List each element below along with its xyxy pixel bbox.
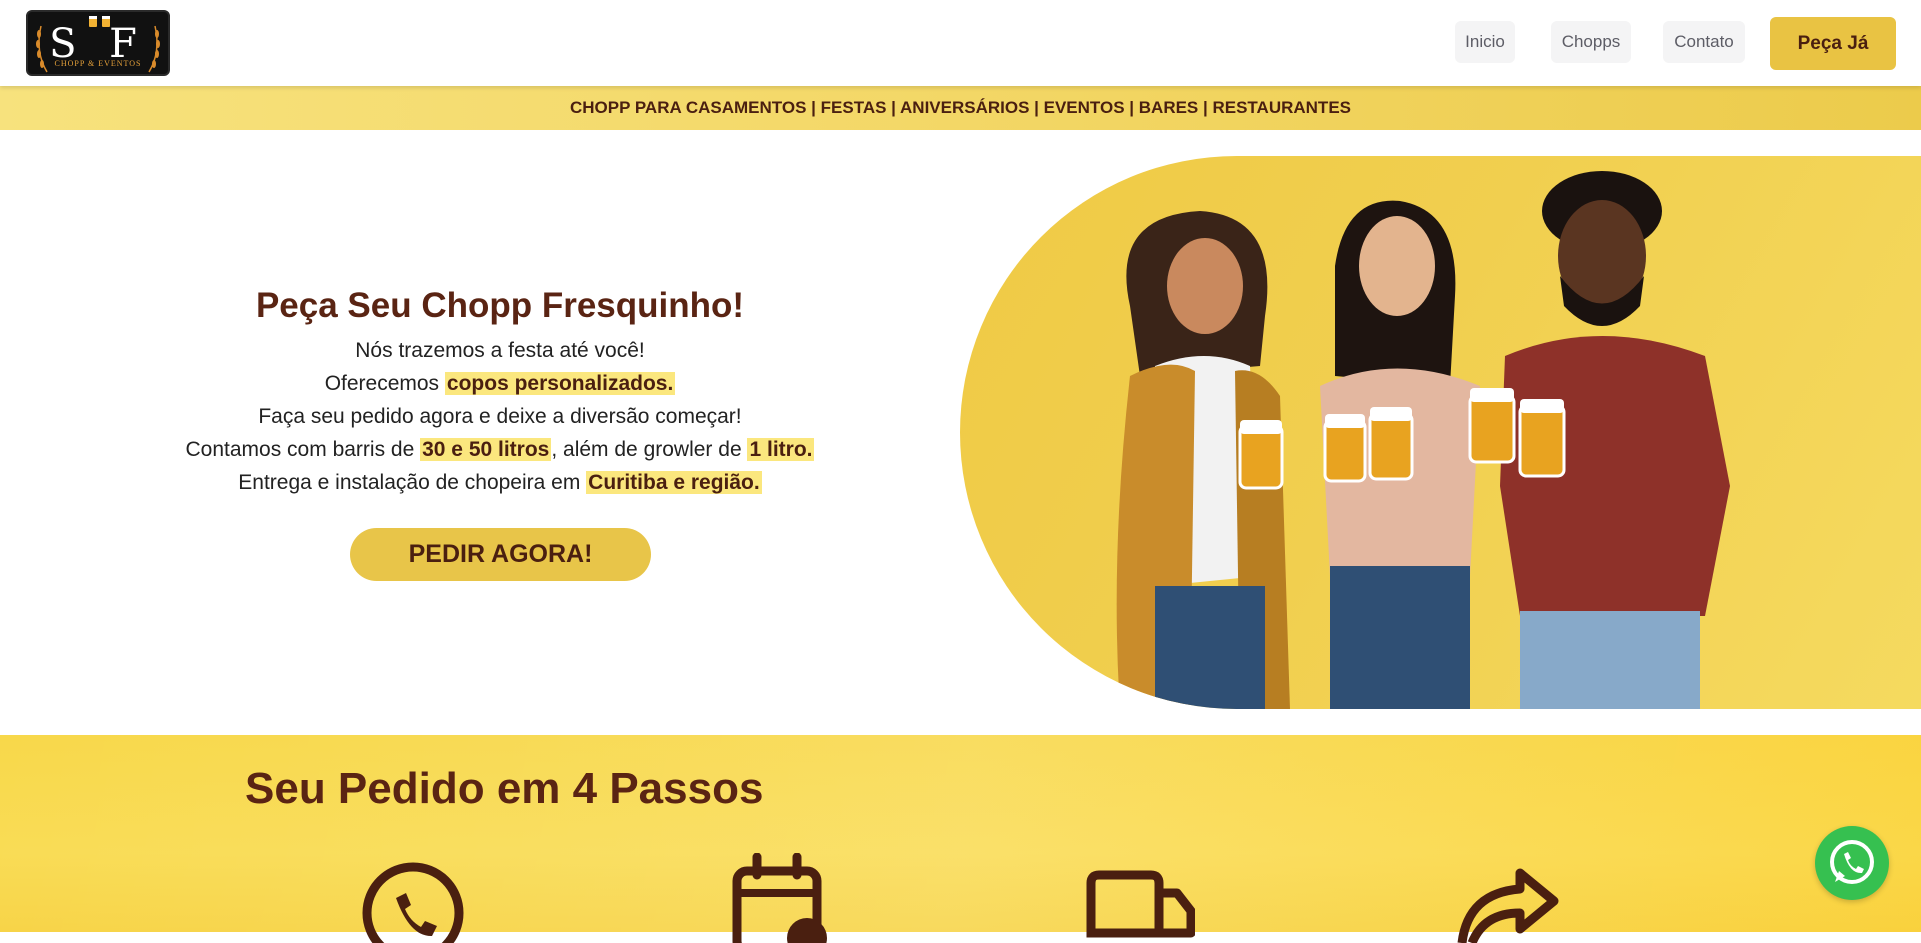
- highlight-barris: 30 e 50 litros: [420, 438, 552, 461]
- pedir-agora-button[interactable]: PEDIR AGORA!: [350, 528, 651, 581]
- logo-tagline: CHOPP & EVENTOS: [54, 59, 142, 68]
- phone-icon: [362, 862, 464, 943]
- hero-image: [960, 156, 1921, 709]
- woman-middle-figure: [1320, 200, 1480, 709]
- share-arrow-icon: [1457, 868, 1559, 943]
- nav-contato[interactable]: Contato: [1663, 21, 1745, 63]
- steps-title: Seu Pedido em 4 Passos: [245, 764, 764, 813]
- hero-line-4: Contamos com barris de 30 e 50 litros, a…: [185, 438, 815, 461]
- nav-chopps[interactable]: Chopps: [1551, 21, 1631, 63]
- whatsapp-icon: [1830, 840, 1874, 884]
- nav-inicio[interactable]: Inicio: [1455, 21, 1515, 63]
- logo-monogram: S F: [49, 21, 147, 67]
- highlight-growler: 1 litro.: [747, 438, 815, 461]
- hero-line-5: Entrega e instalação de chopeira em Curi…: [238, 471, 762, 494]
- peca-ja-button[interactable]: Peça Já: [1770, 17, 1896, 70]
- highlight-regiao: Curitiba e região.: [586, 471, 762, 494]
- hero-text: Peça Seu Chopp Fresquinho! Nós trazemos …: [140, 280, 860, 499]
- hero-line-2: Oferecemos copos personalizados.: [324, 372, 676, 395]
- people-toasting-illustration: [1116, 171, 1730, 709]
- hero-title: Peça Seu Chopp Fresquinho!: [255, 286, 745, 325]
- steps-section: Seu Pedido em 4 Passos: [0, 735, 1921, 943]
- woman-left-figure: [1116, 211, 1290, 709]
- hero-line-1: Nós trazemos a festa até você!: [355, 339, 645, 362]
- event-types-banner: CHOPP PARA CASAMENTOS | FESTAS | ANIVERS…: [0, 86, 1921, 130]
- highlight-copos: copos personalizados.: [444, 372, 676, 395]
- truck-icon: [1086, 870, 1195, 938]
- hero-line-3: Faça seu pedido agora e deixe a diversão…: [258, 405, 742, 428]
- brand-logo[interactable]: S F CHOPP & EVENTOS: [26, 10, 170, 76]
- site-header: S F CHOPP & EVENTOS Inicio Chopps Contat…: [0, 0, 1921, 86]
- whatsapp-button[interactable]: [1815, 826, 1889, 900]
- man-right-figure: [1468, 171, 1730, 709]
- calendar-check-icon: [732, 853, 827, 943]
